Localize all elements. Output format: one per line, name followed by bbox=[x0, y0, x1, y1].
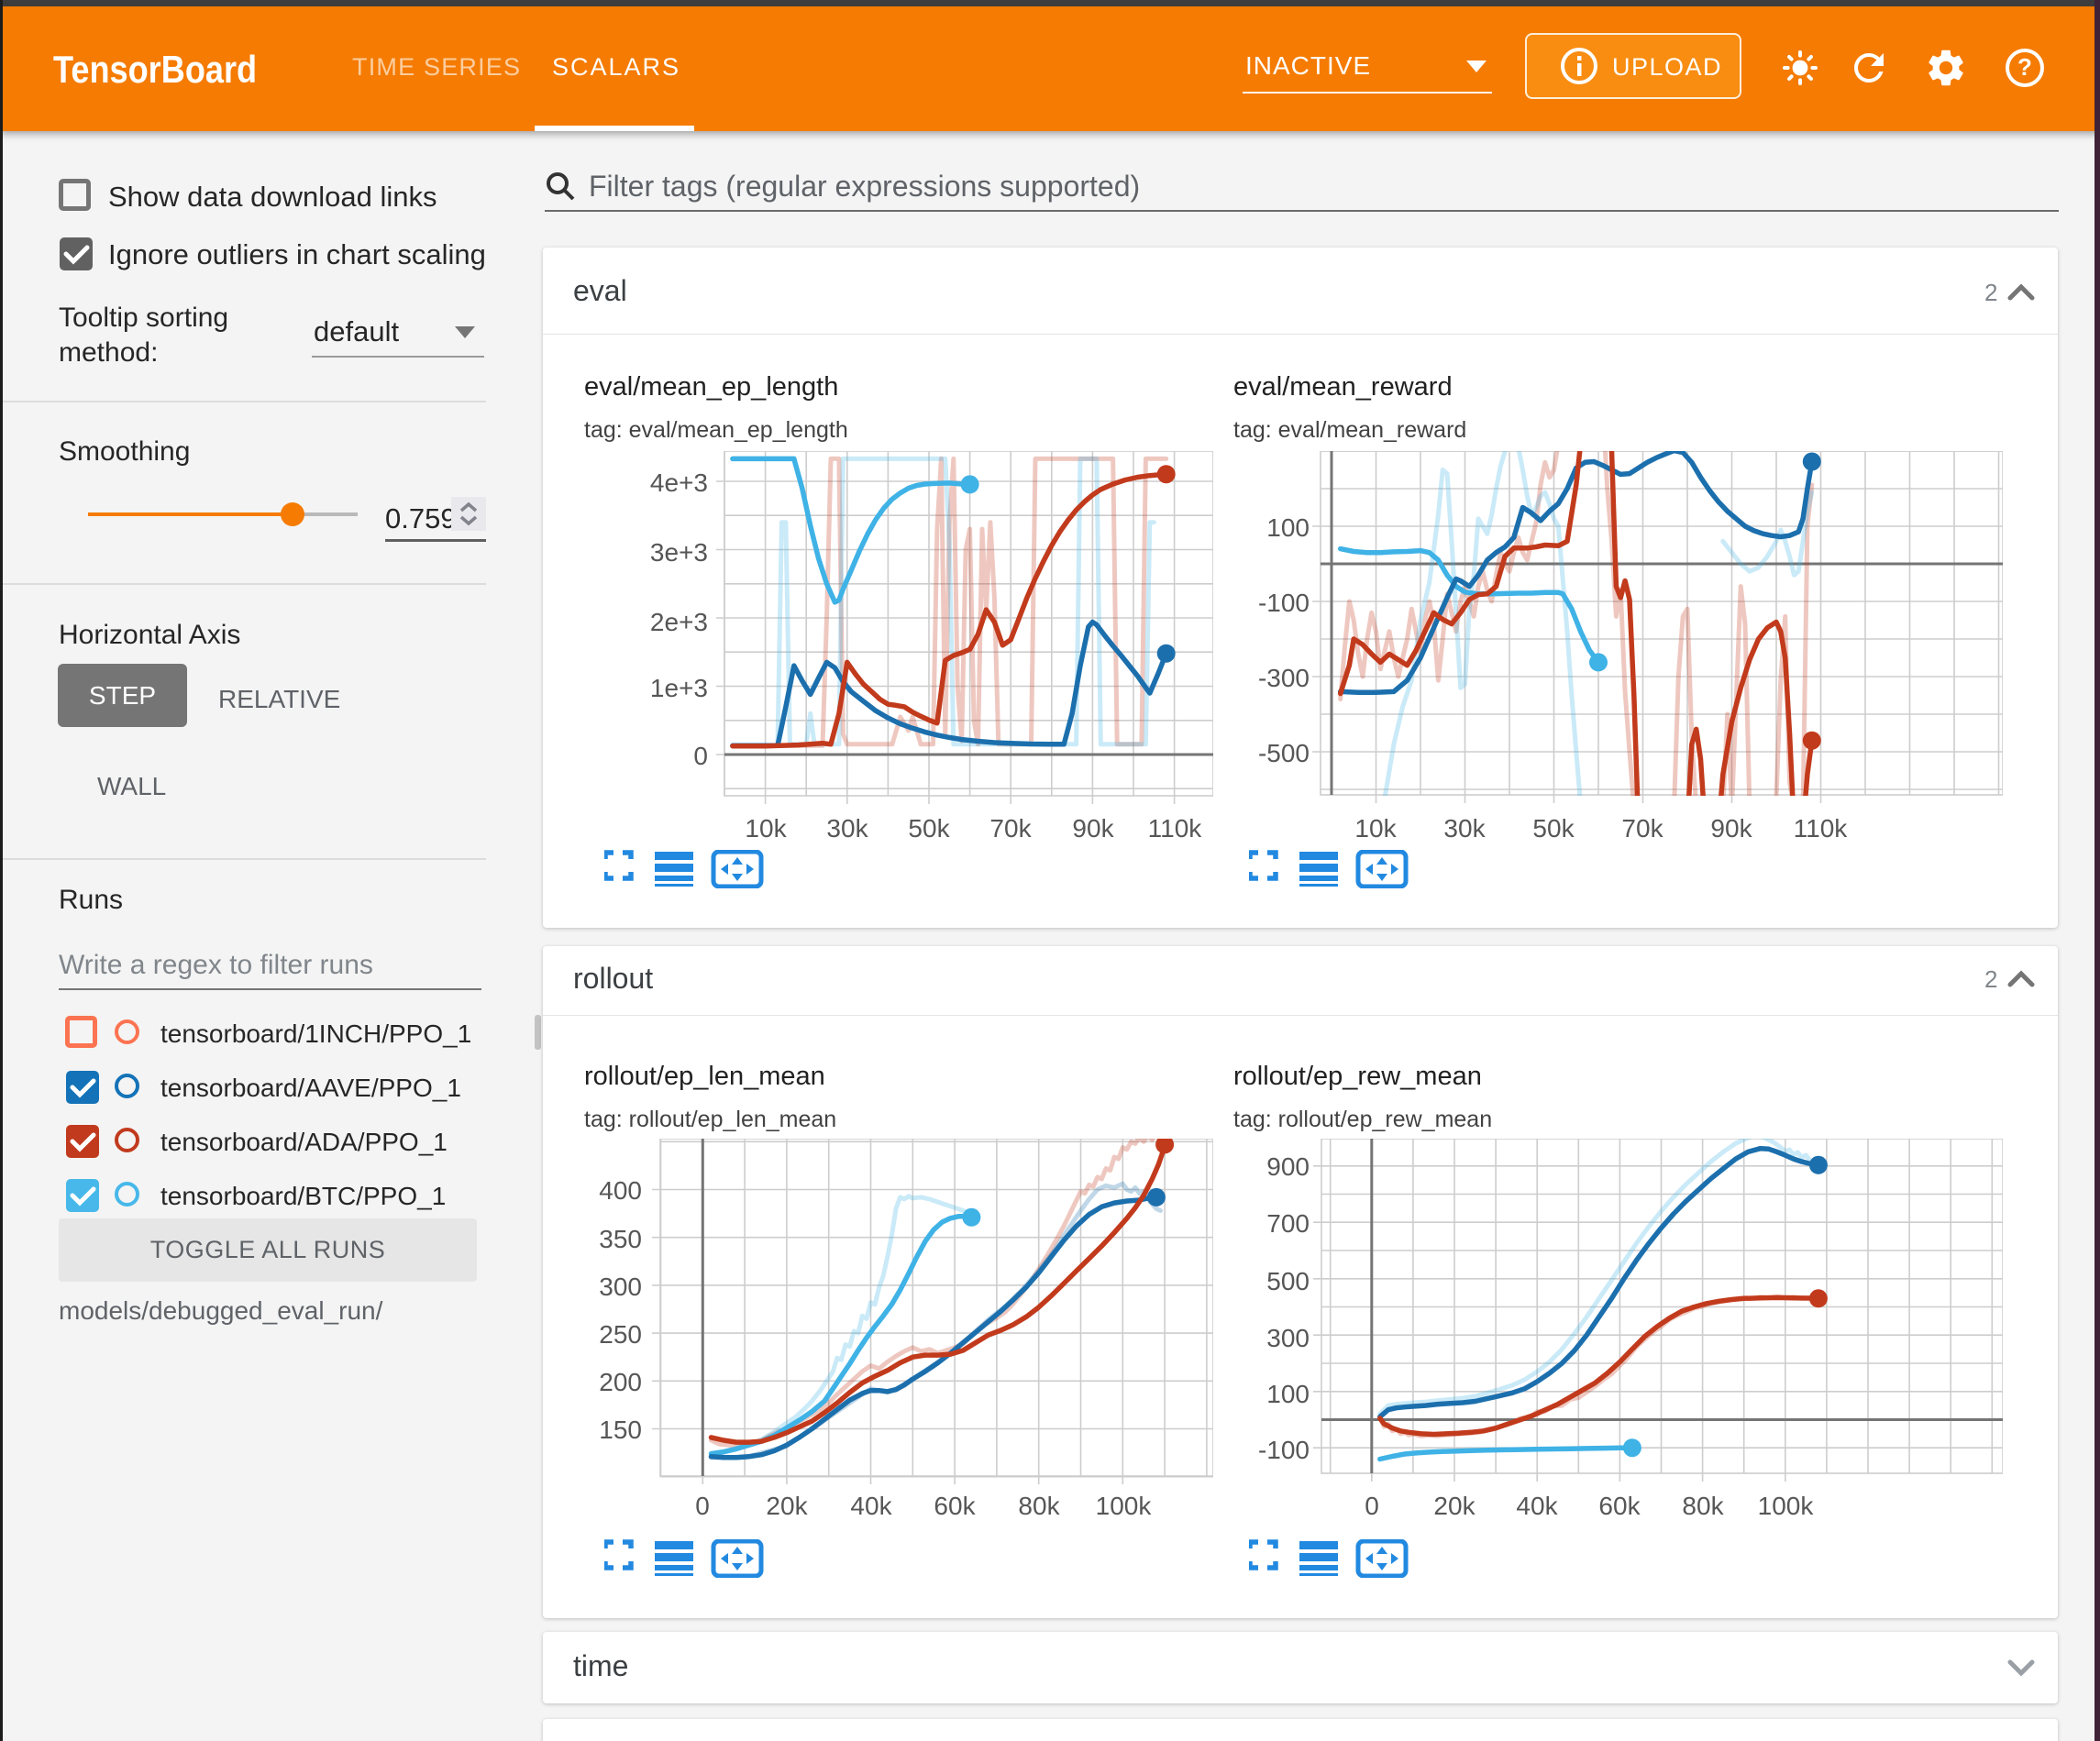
svg-text:?: ? bbox=[2017, 53, 2032, 81]
